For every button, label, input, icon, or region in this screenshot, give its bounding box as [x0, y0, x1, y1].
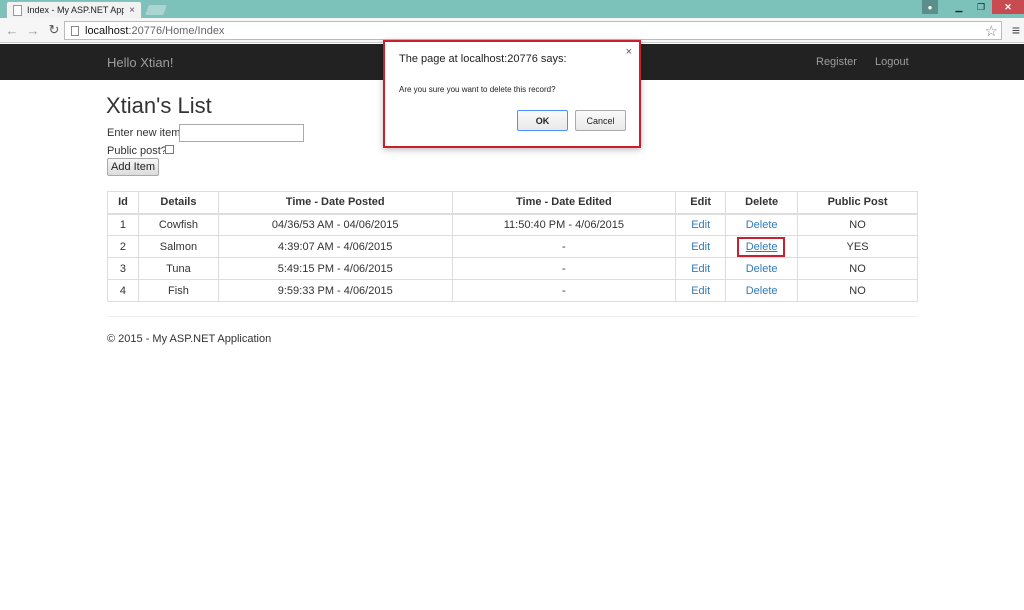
cell-edit: Edit	[675, 279, 727, 302]
register-link[interactable]: Register	[816, 56, 857, 68]
delete-link[interactable]: Delete	[746, 219, 778, 231]
cell-posted: 4:39:07 AM - 4/06/2015	[217, 235, 453, 258]
url-host: localhost	[85, 24, 129, 37]
restore-button[interactable]: ❐	[970, 0, 992, 14]
new-item-input[interactable]	[179, 124, 304, 142]
header-details: Details	[137, 191, 219, 215]
tab-title: Index - My ASP.NET Applic	[27, 5, 125, 15]
browser-titlebar: Index - My ASP.NET Applic × ● ▁ ❐ ✕	[0, 0, 1024, 18]
window-controls: ● ▁ ❐ ✕	[922, 0, 1024, 14]
header-public-post: Public Post	[797, 191, 918, 215]
tab-close-icon[interactable]: ×	[129, 5, 135, 16]
cell-public: NO	[797, 213, 918, 236]
dialog-close-icon[interactable]: ×	[626, 46, 632, 58]
cell-edited: -	[451, 257, 677, 280]
header-delete: Delete	[725, 191, 799, 215]
edit-link[interactable]: Edit	[691, 241, 710, 253]
forward-arrow-icon[interactable]: →	[24, 21, 42, 39]
cell-id: 2	[107, 235, 139, 258]
header-date-posted: Time - Date Posted	[217, 191, 453, 215]
cell-details: Tuna	[137, 257, 219, 280]
header-id: Id	[107, 191, 139, 215]
navbar-brand[interactable]: Hello Xtian!	[107, 55, 173, 70]
user-profile-icon[interactable]: ●	[922, 0, 938, 14]
close-window-button[interactable]: ✕	[992, 0, 1024, 14]
dialog-ok-button[interactable]: OK	[517, 110, 568, 131]
cell-details: Cowfish	[137, 213, 219, 236]
header-date-edited: Time - Date Edited	[451, 191, 677, 215]
cell-details: Salmon	[137, 235, 219, 258]
cell-id: 3	[107, 257, 139, 280]
add-item-button[interactable]: Add Item	[107, 158, 159, 176]
cell-edited: -	[451, 279, 677, 302]
url-path: :20776/Home/Index	[128, 24, 225, 37]
table-header-row: Id Details Time - Date Posted Time - Dat…	[107, 191, 918, 215]
header-edit: Edit	[675, 191, 727, 215]
back-arrow-icon[interactable]: ←	[3, 21, 21, 39]
bookmark-star-icon[interactable]: ☆	[985, 22, 998, 40]
cell-delete: Delete	[725, 279, 799, 302]
edit-link[interactable]: Edit	[691, 219, 710, 231]
cell-posted: 04/36/53 AM - 04/06/2015	[217, 213, 453, 236]
confirm-dialog: The page at localhost:20776 says: × Are …	[383, 40, 641, 148]
items-table: Id Details Time - Date Posted Time - Dat…	[107, 191, 918, 302]
cell-edit: Edit	[675, 213, 727, 236]
cell-public: NO	[797, 257, 918, 280]
cell-edit: Edit	[675, 257, 727, 280]
public-post-label: Public post?	[107, 145, 167, 157]
browser-tab[interactable]: Index - My ASP.NET Applic ×	[6, 1, 142, 18]
cell-delete: Delete	[725, 235, 799, 258]
page-title: Xtian's List	[106, 93, 212, 118]
delete-link[interactable]: Delete	[746, 285, 778, 297]
cell-edited: -	[451, 235, 677, 258]
new-item-label: Enter new item:	[107, 127, 184, 139]
cell-posted: 5:49:15 PM - 4/06/2015	[217, 257, 453, 280]
address-bar[interactable]: localhost:20776/Home/Index ☆	[64, 21, 1002, 40]
cell-id: 4	[107, 279, 139, 302]
cell-edited: 11:50:40 PM - 4/06/2015	[451, 213, 677, 236]
new-tab-button[interactable]	[143, 4, 169, 16]
edit-link[interactable]: Edit	[691, 285, 710, 297]
table-row: 4 Fish 9:59:33 PM - 4/06/2015 - Edit Del…	[107, 279, 918, 302]
public-post-checkbox[interactable]	[165, 145, 174, 154]
cell-delete: Delete	[725, 213, 799, 236]
dialog-cancel-button[interactable]: Cancel	[575, 110, 626, 131]
table-row: 3 Tuna 5:49:15 PM - 4/06/2015 - Edit Del…	[107, 257, 918, 280]
reload-icon[interactable]: ↻	[45, 21, 63, 39]
delete-link-highlighted[interactable]: Delete	[746, 241, 778, 253]
page-favicon-icon	[13, 4, 22, 16]
cell-details: Fish	[137, 279, 219, 302]
delete-link[interactable]: Delete	[746, 263, 778, 275]
logout-link[interactable]: Logout	[875, 56, 909, 68]
chrome-menu-icon[interactable]: ≡	[1012, 22, 1020, 38]
edit-link[interactable]: Edit	[691, 263, 710, 275]
dialog-message: Are you sure you want to delete this rec…	[399, 85, 556, 94]
table-row: 1 Cowfish 04/36/53 AM - 04/06/2015 11:50…	[107, 213, 918, 236]
cell-edit: Edit	[675, 235, 727, 258]
cell-id: 1	[107, 213, 139, 236]
url-text: localhost:20776/Home/Index	[85, 25, 224, 37]
minimize-button[interactable]: ▁	[948, 0, 970, 14]
footer-divider	[107, 316, 918, 317]
cell-public: NO	[797, 279, 918, 302]
cell-public: YES	[797, 235, 918, 258]
dialog-title: The page at localhost:20776 says:	[399, 53, 567, 65]
page-icon	[71, 25, 79, 36]
cell-delete: Delete	[725, 257, 799, 280]
table-row: 2 Salmon 4:39:07 AM - 4/06/2015 - Edit D…	[107, 235, 918, 258]
footer-text: © 2015 - My ASP.NET Application	[107, 333, 272, 345]
cell-posted: 9:59:33 PM - 4/06/2015	[217, 279, 453, 302]
